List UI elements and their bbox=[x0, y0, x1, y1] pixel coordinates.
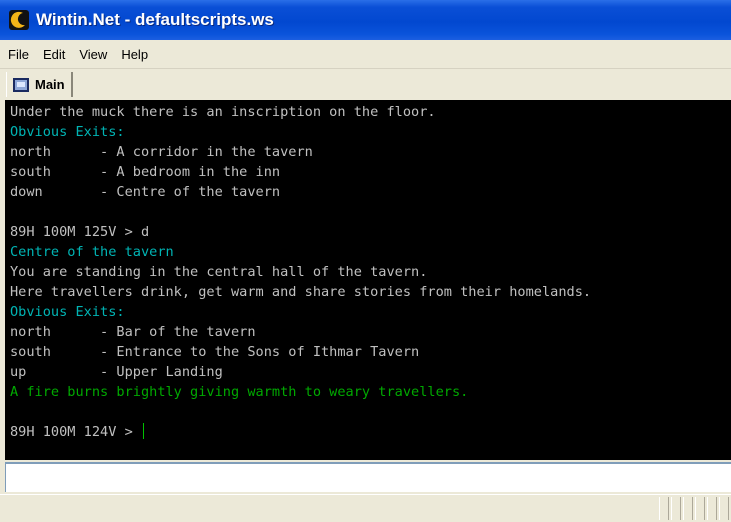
tab-main[interactable]: Main bbox=[6, 72, 73, 97]
console-prompt: 89H 100M 124V > bbox=[10, 424, 141, 440]
console-window-icon bbox=[13, 77, 29, 92]
app-icon bbox=[9, 10, 29, 30]
command-input[interactable] bbox=[5, 462, 731, 492]
console-line: north - Bar of the tavern bbox=[10, 324, 256, 340]
menu-bar: File Edit View Help bbox=[0, 40, 731, 69]
console-line: Under the muck there is an inscription o… bbox=[10, 104, 436, 120]
tab-main-label: Main bbox=[35, 77, 65, 92]
console-line: south - A bedroom in the inn bbox=[10, 164, 281, 180]
menu-edit[interactable]: Edit bbox=[37, 47, 71, 62]
console-line: Obvious Exits: bbox=[10, 124, 125, 140]
menu-file[interactable]: File bbox=[2, 47, 35, 62]
console-line: south - Entrance to the Sons of Ithmar T… bbox=[10, 344, 420, 360]
console-line: up - Upper Landing bbox=[10, 364, 223, 380]
console-output[interactable]: Under the muck there is an inscription o… bbox=[5, 100, 731, 460]
menu-view[interactable]: View bbox=[73, 47, 113, 62]
console-line: 89H 100M 125V > d bbox=[10, 224, 150, 240]
status-bar bbox=[0, 494, 731, 522]
console-line: Centre of the tavern bbox=[10, 244, 174, 260]
console-line: A fire burns brightly giving warmth to w… bbox=[10, 384, 469, 400]
text-cursor bbox=[142, 423, 144, 439]
console-line: Here travellers drink, get warm and shar… bbox=[10, 284, 592, 300]
title-bar[interactable]: Wintin.Net - defaultscripts.ws bbox=[0, 0, 731, 40]
console-line: north - A corridor in the tavern bbox=[10, 144, 313, 160]
resize-grip[interactable] bbox=[657, 497, 731, 520]
console-line: You are standing in the central hall of … bbox=[10, 264, 428, 280]
console-prompt-line: 89H 100M 124V > bbox=[5, 422, 731, 442]
tab-bar: Main bbox=[0, 69, 731, 100]
menu-help[interactable]: Help bbox=[115, 47, 154, 62]
console-line: Obvious Exits: bbox=[10, 304, 125, 320]
window-title: Wintin.Net - defaultscripts.ws bbox=[36, 10, 274, 29]
console-line: down - Centre of the tavern bbox=[10, 184, 281, 200]
